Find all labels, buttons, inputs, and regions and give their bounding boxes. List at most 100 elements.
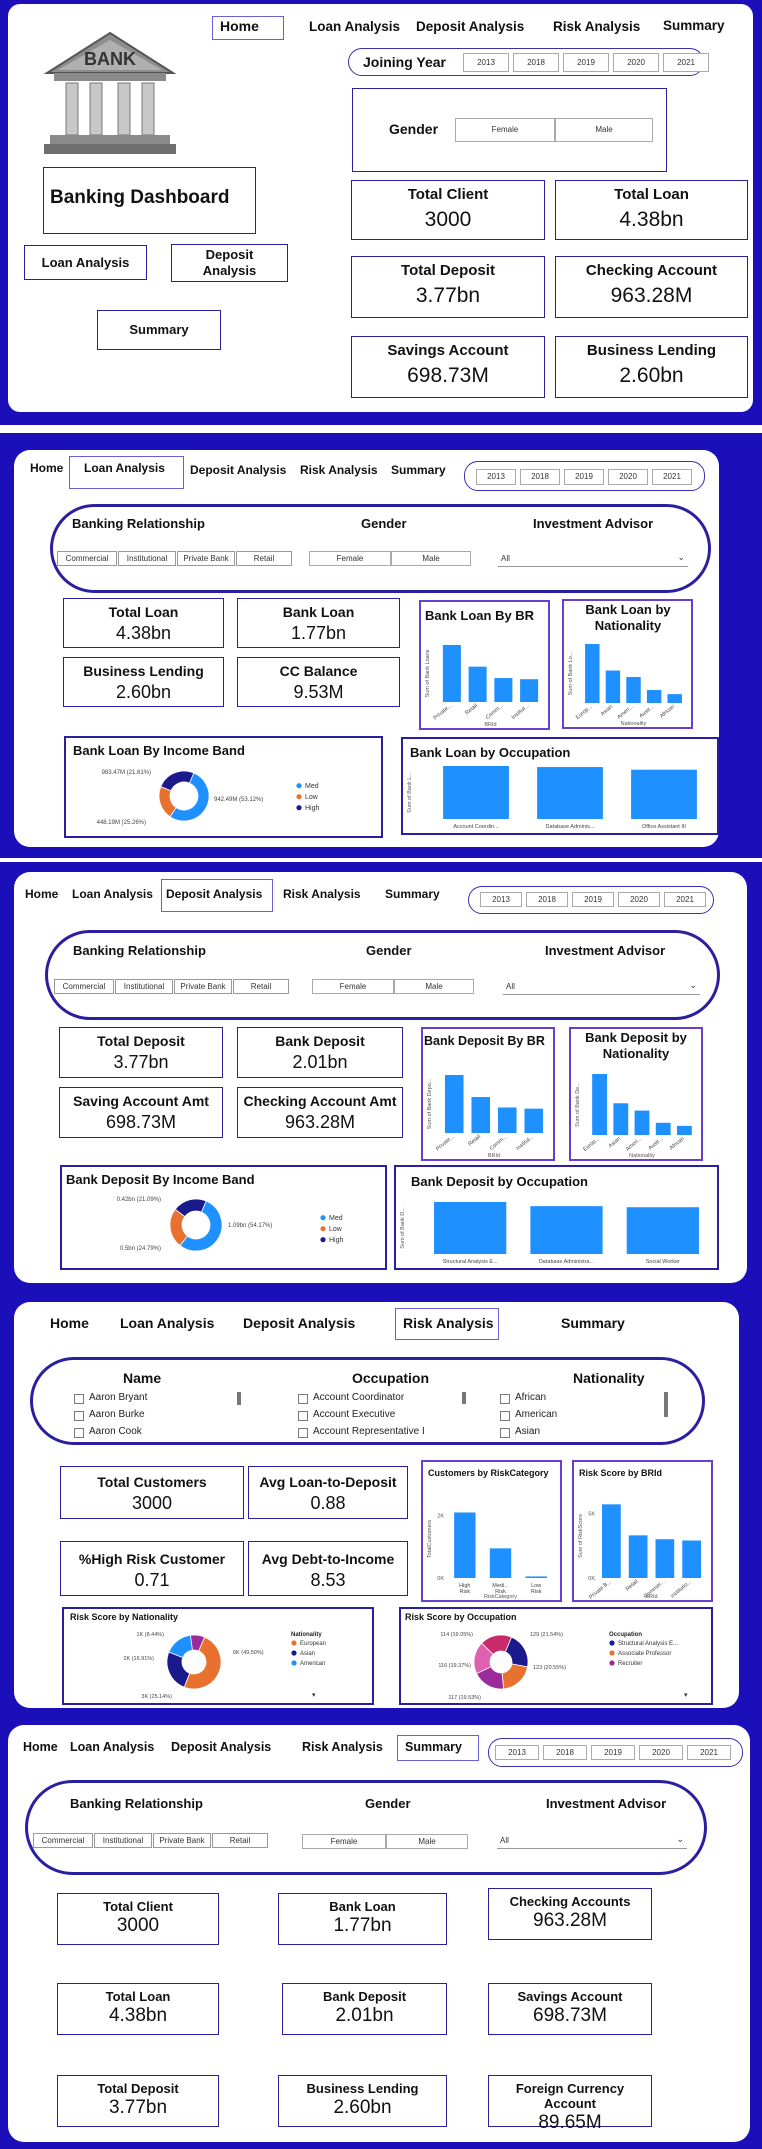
nav-loan-analysis[interactable]: Loan Analysis [72, 887, 153, 901]
nav-deposit-analysis[interactable]: Deposit Analysis [190, 463, 286, 477]
investment-advisor-dropdown[interactable]: All ⌄ [503, 980, 700, 995]
filter-checkbox[interactable] [74, 1428, 84, 1438]
relationship-chip-institutional[interactable]: Institutional [118, 551, 176, 566]
relationship-chip-institutional[interactable]: Institutional [94, 1833, 152, 1848]
relationship-chip-commercial[interactable]: Commercial [54, 979, 114, 994]
gender-male-chip[interactable]: Male [394, 979, 474, 994]
year-chip-2019[interactable]: 2019 [591, 1745, 635, 1760]
nav-summary[interactable]: Summary [663, 18, 725, 33]
occupation-list-scrollbar[interactable] [462, 1392, 466, 1404]
nav-home[interactable]: Home [25, 887, 58, 901]
gender-male-chip[interactable]: Male [555, 118, 653, 142]
investment-advisor-dropdown[interactable]: All ⌄ [498, 552, 688, 567]
x-tick-label: Private... [435, 1134, 456, 1153]
scroll-down-icon: ▾ [312, 1692, 316, 1699]
nav-summary[interactable]: Summary [391, 463, 446, 477]
gender-female-chip[interactable]: Female [302, 1834, 386, 1849]
relationship-chip-institutional[interactable]: Institutional [115, 979, 173, 994]
nav-deposit-analysis[interactable]: Deposit Analysis [171, 1740, 271, 1754]
x-axis-label: Nationality [621, 721, 647, 727]
home-deposit-analysis-button[interactable]: Deposit Analysis [171, 244, 288, 282]
nav-deposit-analysis[interactable]: Deposit Analysis [166, 887, 262, 901]
year-chip-2013[interactable]: 2013 [495, 1745, 539, 1760]
nav-loan-analysis[interactable]: Loan Analysis [70, 1740, 154, 1754]
filter-checkbox[interactable] [74, 1411, 84, 1421]
gender-female-chip[interactable]: Female [312, 979, 394, 994]
nav-loan-analysis[interactable]: Loan Analysis [309, 19, 400, 34]
year-chip-2013[interactable]: 2013 [476, 469, 516, 485]
filter-checkbox[interactable] [500, 1394, 510, 1404]
filter-checkbox[interactable] [298, 1394, 308, 1404]
nav-loan-analysis[interactable]: Loan Analysis [120, 1315, 214, 1331]
kpi-label: Avg Debt-to-Income [261, 1551, 395, 1567]
nav-risk-analysis[interactable]: Risk Analysis [300, 463, 378, 477]
investment-advisor-dropdown[interactable]: All ⌄ [497, 1834, 687, 1849]
nav-summary[interactable]: Summary [561, 1315, 625, 1331]
relationship-chip-commercial[interactable]: Commercial [57, 551, 117, 566]
nav-home[interactable]: Home [220, 18, 259, 34]
risk-by-occupation-plot: 114 (19.05%) 129 (21.54%) 116 (19.37%) 123 … [438, 1632, 688, 1701]
year-chip-2013[interactable]: 2013 [463, 53, 509, 72]
year-chip-2019[interactable]: 2019 [572, 892, 614, 907]
nav-risk-analysis[interactable]: Risk Analysis [403, 1315, 494, 1331]
gender-female-chip[interactable]: Female [455, 118, 555, 142]
kpi-value: 698.73M [407, 364, 489, 387]
loan-kpi-total-loan: Total Loan 4.38bn [63, 598, 224, 648]
bar-europ- [585, 644, 600, 703]
home-loan-analysis-button[interactable]: Loan Analysis [24, 245, 147, 280]
chevron-down-icon: ⌄ [676, 1834, 684, 1844]
nav-summary[interactable]: Summary [385, 887, 440, 901]
relationship-chip-retail[interactable]: Retail [212, 1833, 268, 1848]
filter-checkbox[interactable] [298, 1411, 308, 1421]
nav-summary[interactable]: Summary [405, 1740, 462, 1754]
x-axis-label: Nationality [629, 1153, 655, 1159]
year-chip-2019[interactable]: 2019 [563, 53, 609, 72]
relationship-chip-private-bank[interactable]: Private Bank [177, 551, 235, 566]
x-tick-label: Austr... [638, 704, 655, 720]
year-chip-2021[interactable]: 2021 [652, 469, 692, 485]
year-chip-2020[interactable]: 2020 [639, 1745, 683, 1760]
name-list-scrollbar[interactable] [237, 1392, 241, 1405]
home-summary-button[interactable]: Summary [97, 310, 221, 350]
year-chip-2018[interactable]: 2018 [543, 1745, 587, 1760]
year-chip-2018[interactable]: 2018 [520, 469, 560, 485]
filter-checkbox[interactable] [500, 1428, 510, 1438]
nav-risk-analysis[interactable]: Risk Analysis [283, 887, 361, 901]
relationship-chip-retail[interactable]: Retail [236, 551, 292, 566]
kpi-value: 963.28M [284, 1112, 356, 1132]
nationality-list-scrollbar[interactable] [664, 1392, 668, 1417]
nav-deposit-analysis[interactable]: Deposit Analysis [416, 19, 524, 34]
year-chip-2020[interactable]: 2020 [608, 469, 648, 485]
nav-loan-analysis[interactable]: Loan Analysis [84, 461, 165, 475]
gender-male-chip[interactable]: Male [386, 1834, 468, 1849]
nav-home[interactable]: Home [50, 1315, 89, 1331]
x-tick-label: Retail [467, 1134, 482, 1148]
year-chip-2018[interactable]: 2018 [513, 53, 559, 72]
relationship-chip-commercial[interactable]: Commercial [33, 1833, 93, 1848]
nav-home[interactable]: Home [23, 1740, 58, 1754]
year-chip-2021[interactable]: 2021 [664, 892, 706, 907]
relationship-chip-private-bank[interactable]: Private Bank [174, 979, 232, 994]
filter-checkbox[interactable] [74, 1394, 84, 1404]
nav-home[interactable]: Home [30, 461, 63, 475]
year-chip-2020[interactable]: 2020 [613, 53, 659, 72]
nav-risk-analysis[interactable]: Risk Analysis [302, 1740, 383, 1754]
data-label: 2K (16.91%) [123, 1656, 154, 1662]
year-chip-2018[interactable]: 2018 [526, 892, 568, 907]
gender-male-chip[interactable]: Male [391, 551, 471, 566]
year-chip-2021[interactable]: 2021 [687, 1745, 731, 1760]
gender-female-chip[interactable]: Female [309, 551, 391, 566]
filter-checkbox[interactable] [298, 1428, 308, 1438]
nav-deposit-analysis[interactable]: Deposit Analysis [243, 1315, 355, 1331]
kpi-card-total-deposit: Total Deposit 3.77bn [351, 256, 545, 318]
relationship-chip-private-bank[interactable]: Private Bank [153, 1833, 211, 1848]
nav-risk-analysis[interactable]: Risk Analysis [553, 19, 640, 34]
year-chip-2019[interactable]: 2019 [564, 469, 604, 485]
year-chip-2021[interactable]: 2021 [663, 53, 709, 72]
year-chip-2013[interactable]: 2013 [480, 892, 522, 907]
filter-checkbox[interactable] [500, 1411, 510, 1421]
relationship-chip-retail[interactable]: Retail [233, 979, 289, 994]
year-chip-2020[interactable]: 2020 [618, 892, 660, 907]
x-tick-label: Retail [625, 1579, 640, 1593]
legend-marker [296, 805, 302, 811]
